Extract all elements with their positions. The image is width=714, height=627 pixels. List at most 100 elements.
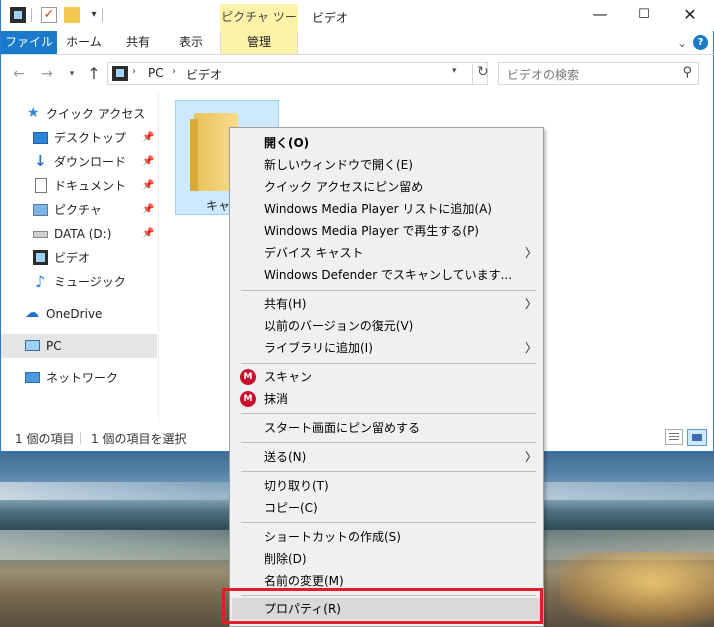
navigation-bar: ← → ▾ ↑ › PC › ビデオ ▾ ↻ ビデオの検索 ⚲ <box>1 56 714 92</box>
menu-item-open-new-window[interactable]: 新しいウィンドウで開く(E) <box>232 154 541 176</box>
wallpaper-sun-reflection <box>560 552 714 627</box>
menu-separator <box>241 363 536 364</box>
menu-item-label: Windows Defender でスキャンしています... <box>264 268 513 282</box>
sidebar-item-downloads[interactable]: ↓ ダウンロード 📌 <box>1 150 157 174</box>
sidebar-item-documents[interactable]: ドキュメント 📌 <box>1 174 157 198</box>
sidebar-item-desktop[interactable]: デスクトップ 📌 <box>1 126 157 150</box>
search-icon[interactable]: ⚲ <box>682 65 692 80</box>
menu-item-delete[interactable]: 削除(D) <box>232 548 541 570</box>
chevron-down-icon[interactable]: ⌄ <box>673 34 691 52</box>
dropdown-icon[interactable]: ▾ <box>86 7 102 23</box>
sidebar-item-network[interactable]: ネットワーク <box>1 366 157 390</box>
sidebar-item-label: PC <box>46 339 62 353</box>
menu-item-add-to-library[interactable]: ライブラリに追加(I) 〉 <box>232 337 541 359</box>
sidebar-item-quick-access[interactable]: ★ クイック アクセス <box>1 102 157 126</box>
menu-item-label: 共有(H) <box>264 297 307 311</box>
drive-icon <box>33 231 48 238</box>
menu-item-send-to[interactable]: 送る(N) 〉 <box>232 446 541 468</box>
menu-item-restore-versions[interactable]: 以前のバージョンの復元(V) <box>232 315 541 337</box>
menu-item-label: 送る(N) <box>264 450 307 464</box>
menu-item-mcafee-scan[interactable]: M スキャン <box>232 366 541 388</box>
menu-item-cut[interactable]: 切り取り(T) <box>232 475 541 497</box>
minimize-button[interactable]: — <box>577 0 623 31</box>
tab-view[interactable]: 表示 <box>168 31 214 54</box>
item-count: 1 個の項目 <box>15 432 75 446</box>
breadcrumb-pc[interactable]: PC <box>148 66 164 80</box>
sidebar-item-onedrive[interactable]: ☁ OneDrive <box>1 302 157 326</box>
menu-item-create-shortcut[interactable]: ショートカットの作成(S) <box>232 526 541 548</box>
forward-button[interactable]: → <box>38 64 56 84</box>
tab-manage[interactable]: 管理 <box>220 31 298 54</box>
menu-item-label: ショートカットの作成(S) <box>264 530 401 544</box>
sidebar-item-label: ビデオ <box>54 251 91 265</box>
menu-separator <box>241 522 536 523</box>
menu-item-label: Windows Media Player リストに追加(A) <box>264 202 492 216</box>
details-view-icon[interactable] <box>665 429 683 445</box>
navigation-pane: ★ クイック アクセス デスクトップ 📌 ↓ ダウンロード 📌 ドキュメント 📌… <box>1 92 159 422</box>
menu-item-label: スタート画面にピン留めする <box>264 421 421 435</box>
menu-item-mcafee-shred[interactable]: M 抹消 <box>232 388 541 410</box>
menu-item-wmp-play[interactable]: Windows Media Player で再生する(P) <box>232 220 541 242</box>
menu-item-pin-to-start[interactable]: スタート画面にピン留めする <box>232 417 541 439</box>
toolbar-divider <box>102 8 103 22</box>
menu-item-label: ライブラリに追加(I) <box>264 341 373 355</box>
folder-icon[interactable] <box>64 7 80 23</box>
music-icon: ♪ <box>35 272 46 291</box>
sidebar-item-label: ドキュメント <box>54 179 127 193</box>
sidebar-item-videos[interactable]: ビデオ <box>1 246 157 270</box>
film-icon[interactable] <box>10 7 26 23</box>
tab-file[interactable]: ファイル <box>1 31 57 54</box>
menu-item-label: デバイス キャスト <box>264 246 364 260</box>
pin-icon: 📌 <box>142 156 155 167</box>
checkmark-icon[interactable]: ✓ <box>41 7 57 23</box>
search-input[interactable]: ビデオの検索 <box>507 66 579 83</box>
breadcrumb-separator[interactable]: › <box>172 66 176 77</box>
refresh-icon[interactable]: ↻ <box>472 64 489 84</box>
maximize-button[interactable]: ☐ <box>621 0 667 31</box>
onedrive-icon: ☁ <box>25 305 39 321</box>
address-bar[interactable]: › PC › ビデオ ▾ ↻ <box>107 62 489 85</box>
menu-item-label: スキャン <box>264 370 313 384</box>
mcafee-icon: M <box>240 391 256 407</box>
menu-separator <box>241 442 536 443</box>
search-box[interactable]: ビデオの検索 ⚲ <box>498 62 699 85</box>
menu-item-open[interactable]: 開く(O) <box>232 132 541 154</box>
close-button[interactable]: ✕ <box>667 0 713 31</box>
sidebar-item-pc[interactable]: PC <box>1 334 157 358</box>
recent-locations-button[interactable]: ▾ <box>63 64 81 84</box>
menu-item-pin-quick-access[interactable]: クイック アクセスにピン留め <box>232 176 541 198</box>
sidebar-item-label: DATA (D:) <box>54 227 112 241</box>
sidebar-item-label: クイック アクセス <box>46 107 146 121</box>
menu-separator <box>241 290 536 291</box>
document-icon <box>35 178 47 193</box>
menu-item-label: Windows Media Player で再生する(P) <box>264 224 479 238</box>
breadcrumb-separator[interactable]: › <box>132 66 136 77</box>
sidebar-item-label: OneDrive <box>46 307 103 321</box>
up-button[interactable]: ↑ <box>85 64 103 84</box>
menu-item-copy[interactable]: コピー(C) <box>232 497 541 519</box>
sidebar-item-label: ネットワーク <box>46 371 119 385</box>
breadcrumb-video[interactable]: ビデオ <box>186 66 222 83</box>
window-title: ビデオ <box>312 11 349 25</box>
video-library-icon <box>112 66 128 81</box>
help-icon[interactable]: ? <box>693 35 708 50</box>
menu-item-cast-to-device[interactable]: デバイス キャスト 〉 <box>232 242 541 264</box>
sidebar-item-label: ミュージック <box>54 275 126 289</box>
sidebar-item-pictures[interactable]: ピクチャ 📌 <box>1 198 157 222</box>
sidebar-item-data-drive[interactable]: DATA (D:) 📌 <box>1 222 157 246</box>
tab-home[interactable]: ホーム <box>61 31 107 54</box>
desktop-icon <box>33 132 48 144</box>
sidebar-item-music[interactable]: ♪ ミュージック <box>1 270 157 294</box>
menu-item-defender-scan[interactable]: Windows Defender でスキャンしています... <box>232 264 541 286</box>
ribbon-tabs: ファイル ホーム 共有 表示 管理 ⌄ ? <box>1 31 714 55</box>
chevron-down-icon[interactable]: ▾ <box>452 66 457 76</box>
picture-tools-header: ピクチャ ツール <box>220 4 298 51</box>
mcafee-icon: M <box>240 369 256 385</box>
large-icons-view-icon[interactable] <box>687 429 707 446</box>
toolbar-divider <box>31 8 32 22</box>
menu-item-share[interactable]: 共有(H) 〉 <box>232 293 541 315</box>
tab-share[interactable]: 共有 <box>115 31 161 54</box>
menu-item-wmp-add-list[interactable]: Windows Media Player リストに追加(A) <box>232 198 541 220</box>
back-button[interactable]: ← <box>10 64 28 84</box>
menu-item-label: コピー(C) <box>264 501 318 515</box>
